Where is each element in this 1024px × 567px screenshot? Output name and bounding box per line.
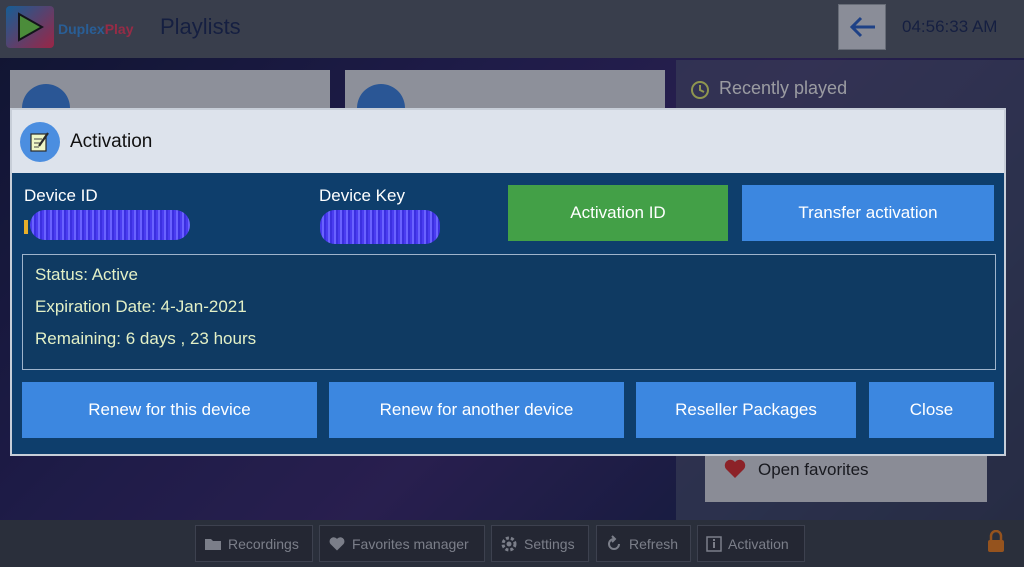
dialog-header: Activation: [12, 110, 1004, 173]
close-button[interactable]: Close: [869, 382, 994, 438]
remaining-text: Remaining: 6 days , 23 hours: [35, 329, 257, 348]
renew-this-device-button[interactable]: Renew for this device: [22, 382, 317, 438]
activation-id-button[interactable]: Activation ID: [508, 185, 728, 241]
transfer-activation-button[interactable]: Transfer activation: [742, 185, 994, 241]
device-id-redacted: [30, 210, 190, 240]
device-id-fragment: [24, 220, 28, 234]
dialog-icon: [20, 122, 60, 162]
activation-dialog: Activation Device ID Device Key Activati…: [10, 108, 1006, 456]
reseller-packages-button[interactable]: Reseller Packages: [636, 382, 856, 438]
expiration-text: Expiration Date: 4-Jan-2021: [35, 297, 247, 316]
dialog-title: Activation: [70, 131, 153, 152]
renew-another-device-button[interactable]: Renew for another device: [329, 382, 624, 438]
device-key-label: Device Key: [319, 186, 405, 205]
status-text: Status: Active: [35, 265, 138, 284]
edit-note-icon: [30, 132, 49, 152]
device-key-redacted: [320, 210, 440, 244]
device-id-label: Device ID: [24, 186, 98, 205]
activation-status-box: Status: Active Expiration Date: 4-Jan-20…: [22, 254, 996, 370]
